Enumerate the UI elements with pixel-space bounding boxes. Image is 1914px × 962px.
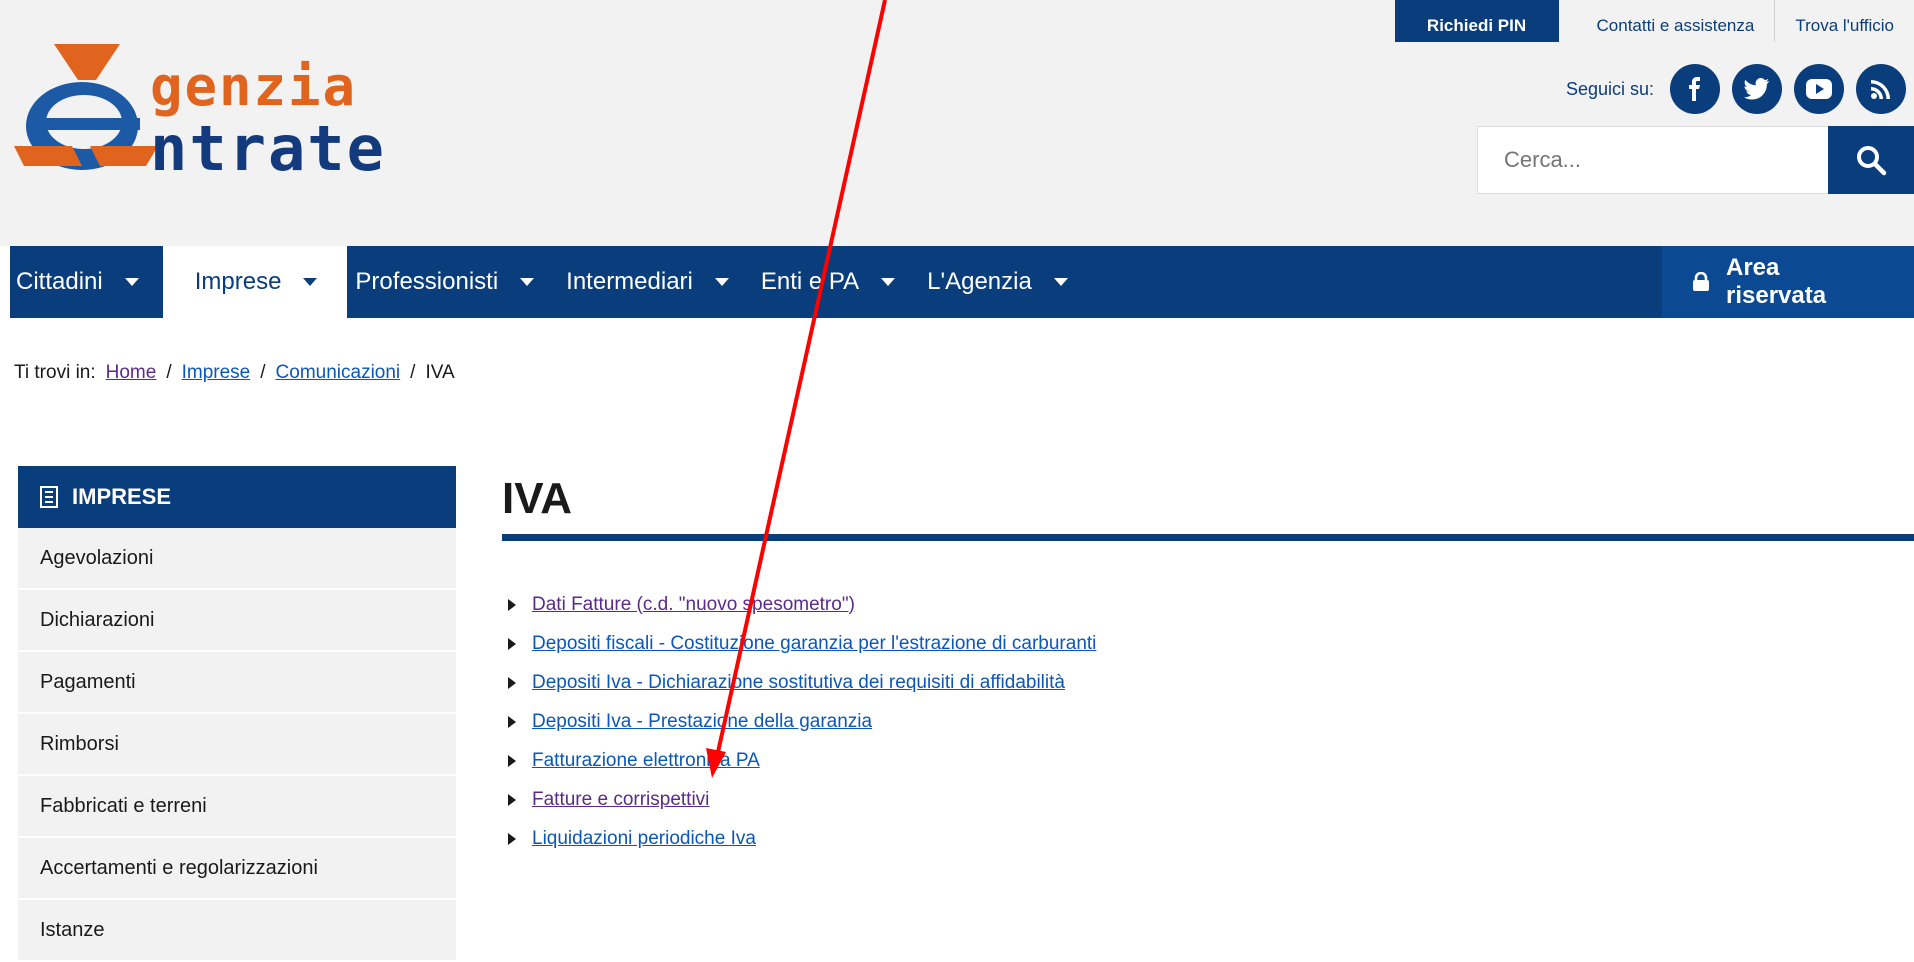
nav-label: Professionisti: [355, 268, 499, 295]
iva-link-list: Dati Fatture (c.d. "nuovo spesometro") D…: [502, 585, 1914, 858]
search-icon: [1857, 146, 1887, 176]
nav-item-imprese[interactable]: Imprese: [162, 246, 348, 318]
nav-label: Enti e PA: [760, 268, 860, 295]
nav-label: Imprese: [194, 268, 282, 295]
building-icon: [40, 486, 58, 508]
breadcrumb-separator: /: [166, 362, 172, 383]
search-button[interactable]: [1828, 126, 1914, 194]
sidebar-item-pagamenti[interactable]: Pagamenti: [18, 652, 456, 714]
sidebar-item-accertamenti[interactable]: Accertamenti e regolarizzazioni: [18, 838, 456, 900]
triangle-bullet-icon: [508, 598, 516, 611]
main-content: IVA Dati Fatture (c.d. "nuovo spesometro…: [502, 466, 1914, 858]
chevron-down-icon: [303, 278, 318, 286]
breadcrumb: Ti trovi in: Home / Imprese / Comunicazi…: [14, 362, 455, 384]
sidebar-item-label: Accertamenti e regolarizzazioni: [40, 856, 318, 879]
sidebar-item-label: Pagamenti: [40, 670, 136, 693]
search-box: [1477, 126, 1914, 194]
nav-item-enti-pa[interactable]: Enti e PA: [753, 246, 919, 318]
nav-label: Cittadini: [16, 268, 103, 295]
triangle-bullet-icon: [508, 754, 516, 767]
richiedi-pin-button[interactable]: Richiedi PIN: [1394, 0, 1559, 42]
breadcrumb-home[interactable]: Home: [106, 362, 157, 384]
youtube-icon[interactable]: [1794, 64, 1844, 114]
area-riservata-button[interactable]: Area riservata: [1662, 246, 1914, 318]
logo-text-line1: genzia: [150, 55, 358, 118]
chevron-down-icon: [881, 278, 896, 286]
title-divider: [502, 534, 1914, 541]
nav-label: Intermediari: [566, 268, 693, 295]
social-label: Seguici su:: [1565, 78, 1654, 99]
facebook-icon[interactable]: [1670, 64, 1720, 114]
sidebar-item-rimborsi[interactable]: Rimborsi: [18, 714, 456, 776]
list-item: Depositi Iva - Dichiarazione sostitutiva…: [502, 663, 1914, 702]
breadcrumb-separator: /: [410, 362, 416, 383]
nav-item-intermediari[interactable]: Intermediari: [558, 246, 753, 318]
nav-item-professionisti[interactable]: Professionisti: [347, 246, 558, 318]
agenzia-entrate-logo[interactable]: genzia ntrate: [12, 34, 432, 180]
sidebar-item-label: Istanze: [40, 918, 105, 941]
triangle-bullet-icon: [508, 793, 516, 806]
social-links: Seguici su:: [1566, 64, 1906, 114]
pin-button-label: Richiedi PIN: [1426, 16, 1527, 35]
sidebar-header[interactable]: IMPRESE: [18, 466, 456, 528]
top-links: Richiedi PIN Contatti e assistenza Trova…: [1394, 0, 1914, 42]
nav-label: L'Agenzia: [927, 268, 1032, 295]
breadcrumb-separator: /: [260, 362, 266, 383]
nav-item-agenzia[interactable]: L'Agenzia: [919, 246, 1092, 318]
search-input[interactable]: [1477, 126, 1828, 194]
sidebar-title: IMPRESE: [72, 484, 172, 509]
sidebar-item-label: Dichiarazioni: [40, 608, 155, 631]
logo-text-line2: ntrate: [150, 112, 386, 185]
sidebar-item-agevolazioni[interactable]: Agevolazioni: [18, 528, 456, 590]
nav-item-cittadini[interactable]: Cittadini: [10, 246, 163, 318]
sidebar: IMPRESE Agevolazioni Dichiarazioni Pagam…: [18, 466, 456, 962]
trova-ufficio-link[interactable]: Trova l'ufficio: [1775, 0, 1914, 42]
sidebar-item-label: Fabbricati e terreni: [40, 794, 207, 817]
list-item: Liquidazioni periodiche Iva: [502, 819, 1914, 858]
trova-ufficio-label: Trova l'ufficio: [1795, 16, 1894, 35]
page-title: IVA: [502, 474, 573, 523]
list-item: Dati Fatture (c.d. "nuovo spesometro"): [502, 585, 1914, 624]
chevron-down-icon: [124, 278, 139, 286]
chevron-down-icon: [1053, 278, 1068, 286]
sidebar-item-istanze[interactable]: Istanze: [18, 900, 456, 962]
triangle-bullet-icon: [508, 637, 516, 650]
list-item: Depositi fiscali - Costituzione garanzia…: [502, 624, 1914, 663]
list-item: Depositi Iva - Prestazione della garanzi…: [502, 702, 1914, 741]
chevron-down-icon: [520, 278, 535, 286]
breadcrumb-imprese[interactable]: Imprese: [182, 362, 251, 384]
triangle-bullet-icon: [508, 676, 516, 689]
breadcrumb-comunicazioni[interactable]: Comunicazioni: [276, 362, 401, 384]
logo-mark-icon: [14, 44, 158, 170]
list-item: Fatture e corrispettivi: [502, 780, 1914, 819]
chevron-down-icon: [714, 278, 729, 286]
site-header: genzia ntrate Richiedi PIN Contatti e as…: [0, 0, 1914, 246]
link-depositi-iva-dichiarazione[interactable]: Depositi Iva - Dichiarazione sostitutiva…: [532, 672, 1065, 694]
link-depositi-fiscali[interactable]: Depositi fiscali - Costituzione garanzia…: [532, 633, 1096, 655]
sidebar-item-dichiarazioni[interactable]: Dichiarazioni: [18, 590, 456, 652]
area-riservata-label: Area riservata: [1725, 254, 1827, 309]
list-item: Fatturazione elettronica PA: [502, 741, 1914, 780]
link-dati-fatture[interactable]: Dati Fatture (c.d. "nuovo spesometro"): [532, 594, 855, 616]
triangle-bullet-icon: [508, 832, 516, 845]
link-liquidazioni[interactable]: Liquidazioni periodiche Iva: [532, 828, 756, 850]
link-depositi-iva-garanzia[interactable]: Depositi Iva - Prestazione della garanzi…: [532, 711, 872, 733]
breadcrumb-current: IVA: [425, 362, 455, 383]
link-fatturazione-pa[interactable]: Fatturazione elettronica PA: [532, 750, 760, 772]
contatti-link[interactable]: Contatti e assistenza: [1577, 0, 1776, 42]
contatti-label: Contatti e assistenza: [1596, 16, 1755, 35]
twitter-icon[interactable]: [1732, 64, 1782, 114]
sidebar-item-label: Rimborsi: [40, 732, 119, 755]
main-nav: Cittadini Imprese Professionisti Interme…: [10, 246, 1914, 318]
triangle-bullet-icon: [508, 715, 516, 728]
breadcrumb-prefix: Ti trovi in:: [14, 362, 96, 383]
lock-icon: [1692, 272, 1709, 291]
link-fatture-corrispettivi[interactable]: Fatture e corrispettivi: [532, 789, 709, 811]
rss-icon[interactable]: [1856, 64, 1906, 114]
sidebar-item-fabbricati[interactable]: Fabbricati e terreni: [18, 776, 456, 838]
sidebar-item-label: Agevolazioni: [40, 546, 154, 569]
